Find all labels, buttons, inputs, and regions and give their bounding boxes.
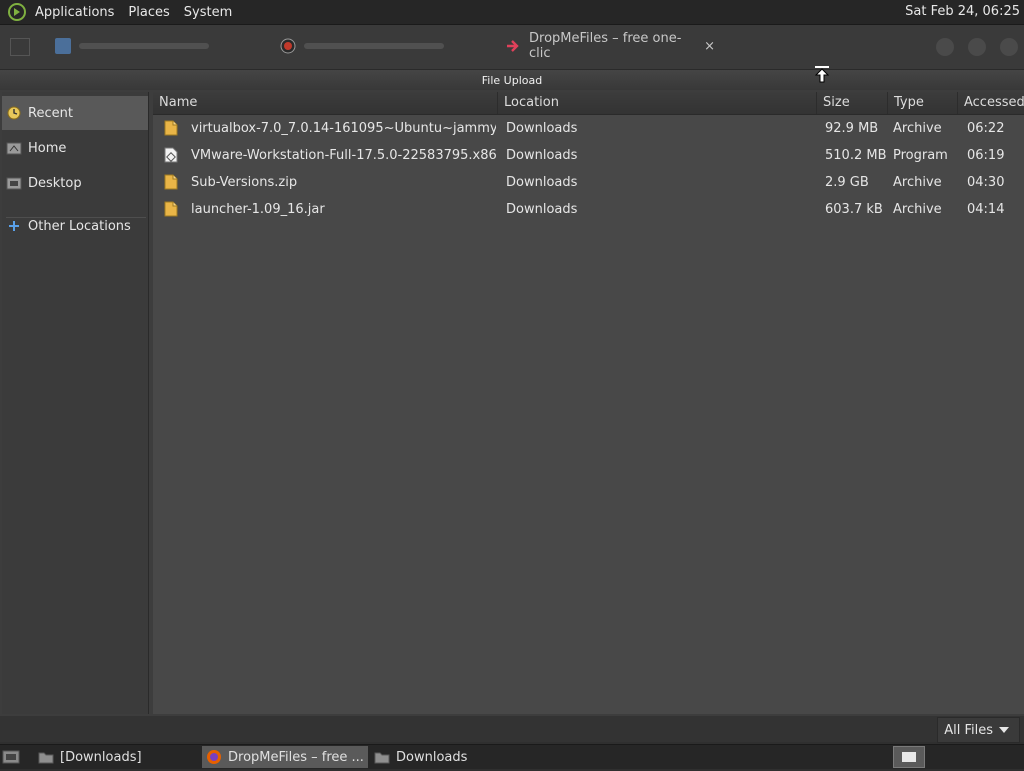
file-name: Sub-Versions.zip: [191, 175, 298, 190]
file-type: Archive: [893, 202, 942, 217]
applications-menu[interactable]: Applications: [28, 5, 121, 20]
file-upload-dialog: File Upload Recent Home Desktop Other Lo…: [0, 66, 1024, 743]
file-name: virtualbox-7.0_7.0.14-161095~Ubuntu~jamm…: [191, 121, 496, 136]
archive-icon: [164, 174, 178, 190]
file-name: VMware-Workstation-Full-17.5.0-22583795.…: [191, 148, 496, 163]
file-row[interactable]: virtualbox-7.0_7.0.14-161095~Ubuntu~jamm…: [153, 115, 1024, 142]
sidebar-toggle-icon: [10, 38, 30, 56]
desktop-icon: [6, 175, 22, 191]
close-tab-icon[interactable]: ×: [704, 39, 715, 54]
file-type: Archive: [893, 175, 942, 190]
tab-label-blur: [79, 43, 209, 49]
tab-label: DropMeFiles – free one-clic: [529, 31, 682, 61]
file-list: Name Location Size Type Accessed virtual…: [153, 92, 1024, 714]
file-row[interactable]: VMware-Workstation-Full-17.5.0-22583795.…: [153, 142, 1024, 169]
top-panel: Applications Places System Sat Feb 24, 0…: [0, 0, 1024, 25]
sidebar-item-recent[interactable]: Recent: [2, 96, 148, 130]
file-name: launcher-1.09_16.jar: [191, 202, 325, 217]
column-header-row: Name Location Size Type Accessed: [153, 92, 1024, 115]
file-type: Program: [893, 148, 948, 163]
archive-icon: [164, 201, 178, 217]
clock[interactable]: Sat Feb 24, 06:25: [905, 4, 1020, 19]
browser-tab[interactable]: [280, 35, 470, 57]
file-filter-dropdown[interactable]: All Files: [937, 717, 1020, 743]
taskbar-item-label: [Downloads]: [60, 749, 142, 765]
cursor-icon: [812, 64, 832, 84]
distro-logo-icon[interactable]: [6, 1, 28, 23]
column-header-name[interactable]: Name: [153, 92, 497, 114]
chevron-down-icon: [999, 727, 1009, 733]
minimize-button[interactable]: [936, 38, 954, 56]
system-menu[interactable]: System: [177, 5, 239, 20]
file-accessed: 06:19: [967, 148, 1005, 163]
column-header-accessed[interactable]: Accessed: [957, 92, 1024, 114]
folder-icon: [38, 749, 54, 765]
home-icon: [6, 140, 22, 156]
workspace-window-icon: [902, 752, 916, 762]
file-type: Archive: [893, 121, 942, 136]
show-desktop-icon[interactable]: [0, 747, 22, 767]
taskbar-item[interactable]: Downloads: [370, 746, 534, 768]
dialog-title: File Upload: [0, 70, 1024, 90]
dropmefiles-icon: [505, 38, 521, 54]
program-icon: [164, 147, 178, 163]
sidebar-item-label: Desktop: [28, 175, 82, 191]
column-header-size[interactable]: Size: [816, 92, 887, 114]
sidebar-item-label: Home: [28, 140, 67, 156]
sidebar-item-label: Other Locations: [28, 218, 131, 234]
file-location: Downloads: [506, 202, 578, 217]
places-menu[interactable]: Places: [121, 5, 176, 20]
file-size: 2.9 GB: [825, 175, 869, 190]
taskbar-item-label: DropMeFiles – free ...: [228, 749, 364, 765]
recent-icon: [6, 105, 22, 121]
file-size: 510.2 MB: [825, 148, 887, 163]
tab-label-blur: [304, 43, 444, 49]
maximize-button[interactable]: [968, 38, 986, 56]
sidebar-item-other-locations[interactable]: Other Locations: [2, 209, 148, 243]
browser-tab-active[interactable]: DropMeFiles – free one-clic ×: [505, 31, 715, 61]
sidebar-item-home[interactable]: Home: [2, 131, 148, 165]
file-row[interactable]: Sub-Versions.zip Downloads 2.9 GB Archiv…: [153, 169, 1024, 196]
file-size: 92.9 MB: [825, 121, 879, 136]
file-filter-label: All Files: [944, 722, 993, 738]
folder-icon: [374, 749, 390, 765]
taskbar: [Downloads] DropMeFiles – free ... Downl…: [0, 744, 1024, 769]
file-accessed: 04:14: [967, 202, 1005, 217]
plus-icon: [6, 218, 22, 234]
workspace-switcher[interactable]: [893, 746, 925, 768]
sidebar-item-label: Recent: [28, 105, 73, 121]
file-location: Downloads: [506, 121, 578, 136]
firefox-icon: [206, 749, 222, 765]
dialog-bottom-bar: All Files: [0, 716, 1024, 743]
file-size: 603.7 kB: [825, 202, 883, 217]
places-sidebar: Recent Home Desktop Other Locations: [2, 92, 149, 714]
file-location: Downloads: [506, 175, 578, 190]
file-location: Downloads: [506, 148, 578, 163]
close-window-button[interactable]: [1000, 38, 1018, 56]
sidebar-item-desktop[interactable]: Desktop: [2, 166, 148, 200]
browser-tab[interactable]: [55, 35, 245, 57]
file-row[interactable]: launcher-1.09_16.jar Downloads 603.7 kB …: [153, 196, 1024, 223]
column-header-location[interactable]: Location: [497, 92, 816, 114]
file-accessed: 06:22: [967, 121, 1005, 136]
taskbar-item[interactable]: [Downloads]: [34, 746, 198, 768]
browser-tab-bar: DropMeFiles – free one-clic ×: [0, 25, 1024, 70]
taskbar-item-active[interactable]: DropMeFiles – free ...: [202, 746, 368, 768]
taskbar-item-label: Downloads: [396, 749, 468, 765]
record-icon: [280, 38, 296, 54]
page-icon: [55, 38, 71, 54]
archive-icon: [164, 120, 178, 136]
file-accessed: 04:30: [967, 175, 1005, 190]
column-header-type[interactable]: Type: [887, 92, 957, 114]
